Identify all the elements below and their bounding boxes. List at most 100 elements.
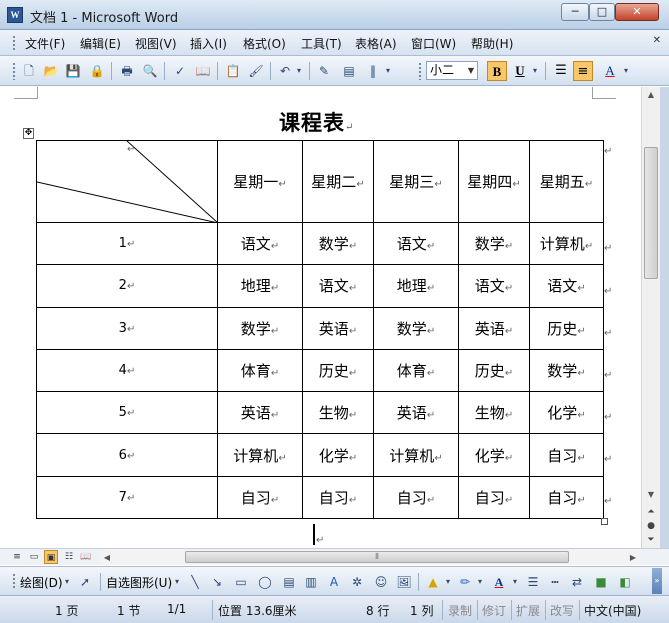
- period-number-cell[interactable]: 1↵: [36, 221, 218, 266]
- menu-view[interactable]: 视图(V): [135, 35, 177, 52]
- subject-cell[interactable]: 语文↵: [373, 221, 459, 266]
- menu-tools[interactable]: 工具(T): [301, 35, 342, 52]
- subject-cell[interactable]: 数学↵: [217, 306, 303, 350]
- scroll-left-icon[interactable]: ◀: [100, 550, 114, 565]
- subject-cell[interactable]: 计算机↵: [373, 433, 459, 477]
- subject-cell[interactable]: 生物↵: [302, 391, 374, 435]
- status-language[interactable]: 中文(中国): [584, 602, 641, 619]
- text-box-icon[interactable]: ▤: [280, 573, 298, 591]
- insert-picture-icon[interactable]: 🖼: [395, 573, 413, 591]
- font-size-select[interactable]: 小二 ▼: [426, 61, 478, 80]
- draw-menu-button[interactable]: 绘图(D): [20, 574, 63, 591]
- table-resize-handle[interactable]: [601, 518, 608, 525]
- horizontal-scroll-thumb[interactable]: ⦀: [185, 551, 569, 563]
- subject-cell[interactable]: 语文↵: [302, 264, 374, 308]
- diagram-icon[interactable]: ✲: [348, 573, 366, 591]
- toolbar-more-icon[interactable]: ▾: [383, 62, 393, 80]
- vertical-text-box-icon[interactable]: ▥: [302, 573, 320, 591]
- align-justify-icon[interactable]: ☰: [551, 61, 571, 81]
- subject-cell[interactable]: 语文↵: [529, 264, 604, 308]
- menubar-close-icon[interactable]: ✕: [653, 35, 661, 46]
- draw-font-color-dropdown-icon[interactable]: ▾: [510, 573, 520, 591]
- fill-color-icon[interactable]: ▲: [424, 573, 442, 591]
- minimize-button[interactable]: ─: [561, 3, 589, 21]
- rectangle-tool-icon[interactable]: ▭: [232, 573, 250, 591]
- subject-cell[interactable]: 自习↵: [217, 475, 303, 520]
- subject-cell[interactable]: 地理↵: [217, 264, 303, 308]
- 3d-style-icon[interactable]: ◧: [616, 573, 634, 591]
- menu-table[interactable]: 表格(A): [355, 35, 397, 52]
- bold-button[interactable]: B: [487, 61, 507, 81]
- scroll-right-icon[interactable]: ▶: [626, 550, 640, 565]
- subject-cell[interactable]: 自习↵: [529, 475, 604, 520]
- draw-dropdown-icon[interactable]: ▾: [62, 573, 72, 591]
- subject-cell[interactable]: 地理↵: [373, 264, 459, 308]
- status-rec[interactable]: 录制: [448, 602, 472, 619]
- menu-edit[interactable]: 编辑(E): [80, 35, 121, 52]
- subject-cell[interactable]: 数学↵: [373, 306, 459, 350]
- schedule-table[interactable]: ↵ 星期一↵ 星期二↵ 星期三↵ 星期四↵ 星期五↵ 1↵ 语文↵ 数学↵ 语文↵ 数学…: [36, 140, 604, 520]
- status-ovr[interactable]: 改写: [550, 602, 574, 619]
- subject-cell[interactable]: 英语↵: [302, 306, 374, 350]
- normal-view-icon[interactable]: ≡: [10, 550, 24, 564]
- subject-cell[interactable]: 自习↵: [458, 475, 530, 520]
- line-tool-icon[interactable]: ╲: [186, 573, 204, 591]
- open-folder-icon[interactable]: 📂: [42, 62, 60, 80]
- vertical-scrollbar[interactable]: ▲ ▼ ⏶ ● ⏷: [641, 87, 660, 548]
- drawbar-grip-handle[interactable]: [12, 573, 16, 590]
- line-color-dropdown-icon[interactable]: ▾: [475, 573, 485, 591]
- arrow-tool-icon[interactable]: ↘: [208, 573, 226, 591]
- subject-cell[interactable]: 语文↵: [217, 221, 303, 266]
- line-color-icon[interactable]: ✏: [456, 573, 474, 591]
- shadow-style-icon[interactable]: ■: [592, 573, 610, 591]
- undo-dropdown-icon[interactable]: ▾: [294, 62, 304, 80]
- font-color-dropdown-icon[interactable]: ▾: [621, 62, 631, 80]
- autoshapes-menu-button[interactable]: 自选图形(U): [106, 574, 172, 591]
- subject-cell[interactable]: 自习↵: [302, 475, 374, 520]
- insert-table-icon[interactable]: ▤: [340, 62, 358, 80]
- draw-font-color-button[interactable]: A: [490, 573, 508, 591]
- web-layout-view-icon[interactable]: ▭: [27, 550, 41, 564]
- toolbar-grip-handle[interactable]: [12, 62, 16, 80]
- subject-cell[interactable]: 历史↵: [302, 348, 374, 393]
- subject-cell[interactable]: 英语↵: [458, 306, 530, 350]
- select-browse-object-icon[interactable]: ●: [642, 519, 660, 533]
- drawbar-overflow-button[interactable]: »: [652, 568, 662, 594]
- outline-view-icon[interactable]: ☷: [62, 550, 76, 564]
- document-title[interactable]: 课程表↵: [279, 107, 354, 137]
- subject-cell[interactable]: 历史↵: [529, 306, 604, 350]
- paste-icon[interactable]: 📋: [224, 62, 242, 80]
- save-icon[interactable]: 💾: [64, 62, 82, 80]
- arrow-style-icon[interactable]: ⇄: [568, 573, 586, 591]
- subject-cell[interactable]: 体育↵: [373, 348, 459, 393]
- menu-help[interactable]: 帮助(H): [471, 35, 513, 52]
- underline-dropdown-icon[interactable]: ▾: [530, 62, 540, 80]
- status-ext[interactable]: 扩展: [516, 602, 540, 619]
- table-move-handle-icon[interactable]: ✥: [23, 128, 34, 139]
- menu-format[interactable]: 格式(O): [243, 35, 286, 52]
- subject-cell[interactable]: 历史↵: [458, 348, 530, 393]
- underline-button[interactable]: U: [510, 61, 530, 81]
- subject-cell[interactable]: 自习↵: [529, 433, 604, 477]
- menubar-grip-handle[interactable]: [12, 35, 16, 51]
- next-page-icon[interactable]: ⏷: [642, 533, 660, 547]
- align-center-icon[interactable]: ≡: [573, 61, 593, 81]
- reading-layout-view-icon[interactable]: 📖: [79, 550, 93, 564]
- subject-cell[interactable]: 数学↵: [302, 221, 374, 266]
- line-style-icon[interactable]: ☰: [524, 573, 542, 591]
- format-painter-icon[interactable]: 🖌: [247, 62, 265, 80]
- research-icon[interactable]: 📖: [194, 62, 212, 80]
- font-color-button[interactable]: A: [600, 61, 620, 81]
- scroll-up-icon[interactable]: ▲: [642, 87, 660, 103]
- maximize-button[interactable]: □: [589, 3, 615, 21]
- previous-page-icon[interactable]: ⏶: [642, 505, 660, 519]
- period-number-cell[interactable]: 4↵: [36, 348, 218, 393]
- vertical-scroll-thumb[interactable]: [644, 147, 658, 279]
- subject-cell[interactable]: 化学↵: [458, 433, 530, 477]
- period-number-cell[interactable]: 6↵: [36, 433, 218, 477]
- header-cell-day[interactable]: 星期五↵: [529, 140, 604, 223]
- subject-cell[interactable]: 体育↵: [217, 348, 303, 393]
- horizontal-scrollbar[interactable]: ◀ ⦀ ▶: [100, 550, 640, 565]
- subject-cell[interactable]: 英语↵: [373, 391, 459, 435]
- period-number-cell[interactable]: 2↵: [36, 264, 218, 308]
